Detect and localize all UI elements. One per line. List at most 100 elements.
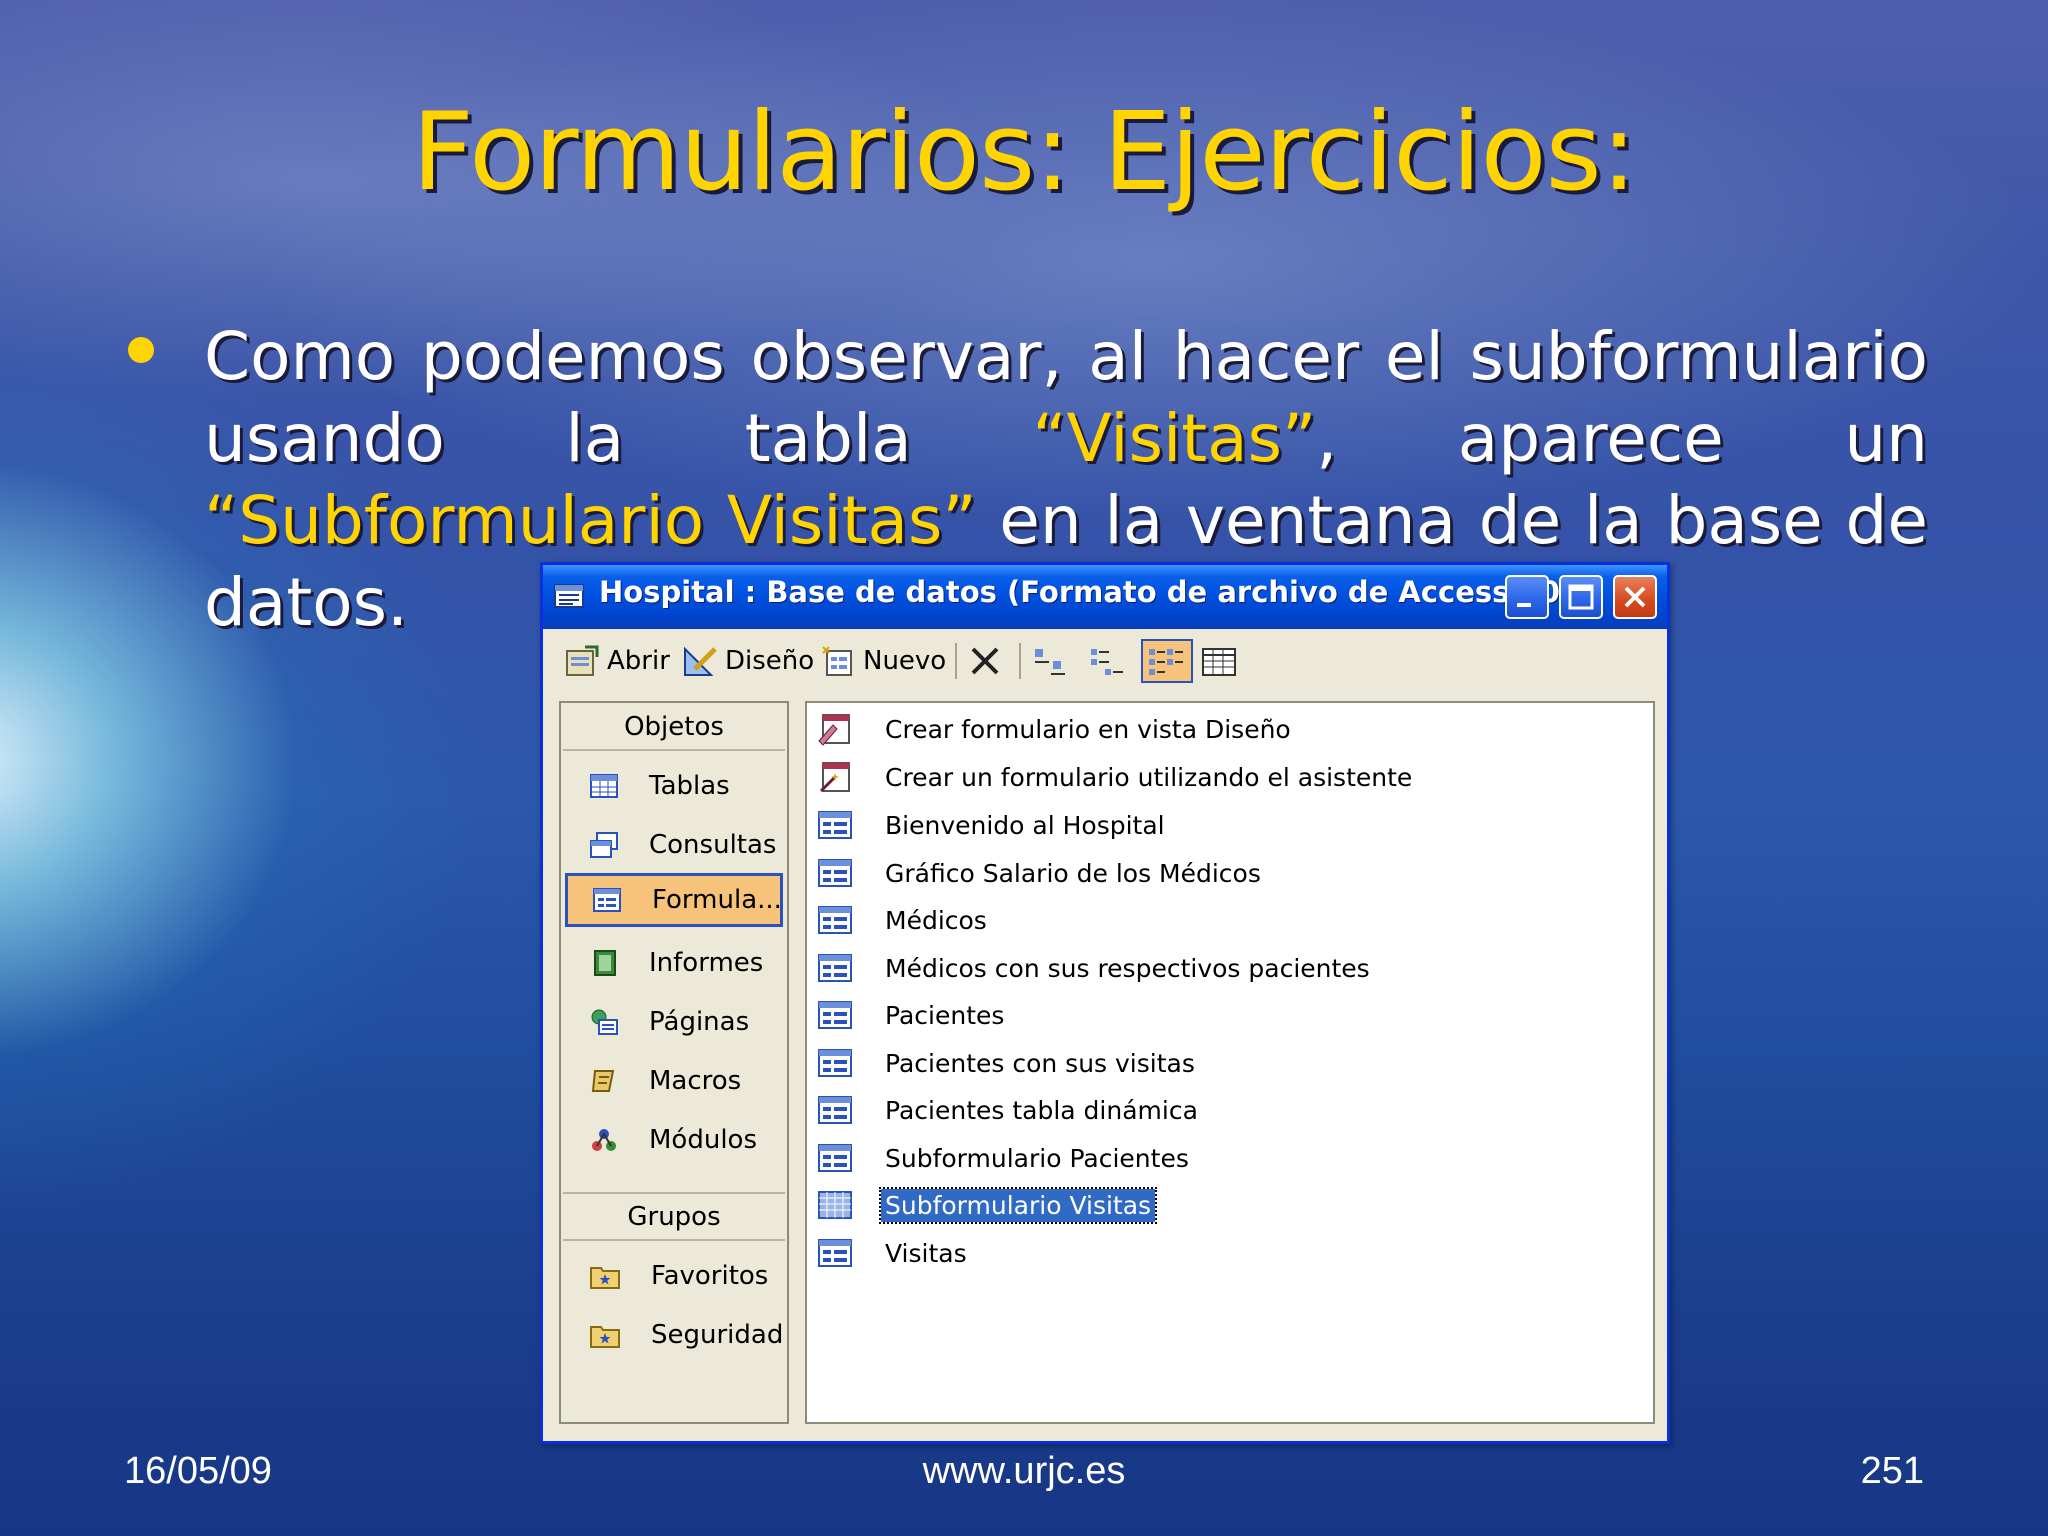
list-item-label: Subformulario Pacientes [885, 1143, 1189, 1173]
bullet-dot [128, 337, 154, 363]
list-item-label: Crear un formulario utilizando el asiste… [885, 762, 1413, 792]
list-item-label: Médicos con sus respectivos pacientes [885, 953, 1370, 983]
query-icon [590, 832, 618, 858]
list-item-form[interactable]: Médicos con sus respectivos pacientes [817, 948, 1374, 988]
list-item-create-wizard[interactable]: Crear un formulario utilizando el asiste… [817, 757, 1416, 797]
list-item-form[interactable]: Pacientes [817, 995, 1008, 1035]
highlight-subformulario-visitas: “Subformulario Visitas” [204, 482, 977, 559]
object-item-formularios[interactable]: Formula... [565, 873, 783, 927]
list-item-form[interactable]: Subformulario Pacientes [817, 1138, 1193, 1178]
bullet-text-part: , aparece un [1316, 400, 1928, 477]
object-item-tablas[interactable]: Tablas [565, 759, 783, 813]
group-item-favoritos[interactable]: Favoritos [565, 1249, 783, 1303]
object-item-paginas[interactable]: Páginas [565, 995, 783, 1049]
group-label: Seguridad [651, 1320, 784, 1350]
list-item-subformulario-visitas[interactable]: Subformulario Visitas [817, 1185, 1158, 1225]
object-item-modulos[interactable]: Módulos [565, 1113, 783, 1167]
list-item-label: Subformulario Visitas [878, 1186, 1158, 1224]
maximize-icon [1568, 584, 1594, 610]
group-item-seguridad[interactable]: Seguridad [565, 1308, 783, 1362]
form-icon [818, 1239, 852, 1267]
object-item-macros[interactable]: Macros [565, 1054, 783, 1108]
details-view-button[interactable] [1199, 639, 1243, 683]
group-label: Favoritos [651, 1261, 769, 1291]
delete-icon [971, 647, 999, 675]
minimize-icon [1517, 603, 1531, 607]
list-item-form[interactable]: Médicos [817, 900, 991, 940]
small-icons-view-icon [1091, 649, 1123, 675]
toolbar-separator [955, 643, 957, 679]
form-icon [818, 1096, 852, 1124]
minimize-button[interactable] [1505, 575, 1549, 619]
form-icon [818, 1144, 852, 1172]
new-label: Nuevo [863, 646, 947, 676]
large-icons-view-button[interactable] [1031, 639, 1075, 683]
open-icon [566, 645, 599, 676]
list-view-button[interactable] [1141, 639, 1193, 683]
slide-title: Formularios: Ejercicios: [411, 90, 1637, 215]
new-button[interactable]: Nuevo [819, 639, 946, 683]
subform-datasheet-icon [818, 1191, 852, 1219]
form-icon [818, 1001, 852, 1029]
list-item-label: Pacientes [885, 1000, 1005, 1030]
toolbar-separator [1019, 643, 1021, 679]
objects-header[interactable]: Objetos [563, 705, 785, 751]
open-label: Abrir [607, 646, 670, 676]
groups-divider [563, 1192, 785, 1194]
favorites-folder-icon [590, 1267, 620, 1289]
highlight-visitas: “Visitas” [1032, 400, 1317, 477]
list-item-create-design[interactable]: Crear formulario en vista Diseño [817, 709, 1295, 749]
list-item-label: Médicos [885, 905, 987, 935]
small-icons-view-button[interactable] [1087, 639, 1131, 683]
object-label: Tablas [649, 771, 730, 801]
form-icon [593, 888, 621, 912]
close-button[interactable] [1613, 575, 1657, 619]
list-item-label: Pacientes tabla dinámica [885, 1095, 1198, 1125]
open-button[interactable]: Abrir [563, 639, 670, 683]
list-item-label: Crear formulario en vista Diseño [885, 714, 1291, 744]
delete-button[interactable] [967, 639, 1007, 683]
database-window: Hospital : Base de datos (Formato de arc… [540, 562, 1670, 1444]
form-icon [818, 811, 852, 839]
object-label: Informes [649, 948, 764, 978]
details-view-icon [1202, 648, 1236, 676]
list-item-label: Bienvenido al Hospital [885, 810, 1165, 840]
list-view-icon [1149, 649, 1183, 675]
object-label: Módulos [649, 1125, 757, 1155]
database-toolbar: Abrir Diseño Nuevo [543, 629, 1667, 693]
table-icon [590, 774, 618, 798]
list-item-form[interactable]: Gráfico Salario de los Médicos [817, 853, 1265, 893]
list-item-form[interactable]: Pacientes con sus visitas [817, 1043, 1199, 1083]
create-wizard-icon [819, 762, 850, 793]
object-item-consultas[interactable]: Consultas [565, 818, 783, 872]
footer-page-number: 251 [1860, 1450, 1924, 1492]
list-item-form[interactable]: Bienvenido al Hospital [817, 805, 1169, 845]
design-button[interactable]: Diseño [681, 639, 814, 683]
large-icons-view-icon [1035, 649, 1065, 675]
list-item-label: Visitas [885, 1238, 967, 1268]
new-icon [822, 646, 852, 676]
list-item-label: Pacientes con sus visitas [885, 1048, 1195, 1078]
report-icon [594, 950, 616, 976]
form-icon [818, 859, 852, 887]
forms-list-pane: Crear formulario en vista Diseño Crear u… [805, 701, 1655, 1424]
database-window-icon [554, 584, 584, 608]
footer-url: www.urjc.es [922, 1450, 1126, 1492]
object-item-informes[interactable]: Informes [565, 936, 783, 990]
form-icon [818, 954, 852, 982]
list-item-form[interactable]: Pacientes tabla dinámica [817, 1090, 1202, 1130]
list-item-form[interactable]: Visitas [817, 1233, 971, 1273]
create-design-icon [818, 714, 850, 746]
maximize-button[interactable] [1559, 575, 1603, 619]
object-label: Macros [649, 1066, 742, 1096]
page-icon [591, 1009, 618, 1035]
object-label: Páginas [649, 1007, 750, 1037]
groups-header[interactable]: Grupos [563, 1195, 785, 1241]
object-label: Formula... [652, 885, 782, 915]
form-icon [818, 1049, 852, 1077]
macro-icon [591, 1070, 615, 1092]
close-icon [1624, 586, 1646, 608]
objects-pane: Objetos Tablas Consultas Formula... Info… [559, 701, 789, 1424]
security-folder-icon [590, 1326, 620, 1348]
window-titlebar[interactable]: Hospital : Base de datos (Formato de arc… [543, 565, 1667, 629]
